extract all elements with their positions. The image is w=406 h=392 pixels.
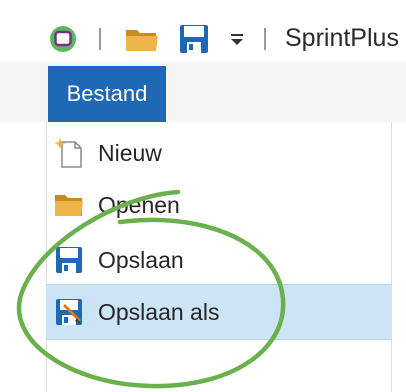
save-as-icon	[54, 296, 84, 328]
app-icon[interactable]	[46, 22, 80, 56]
new-document-icon	[54, 137, 84, 169]
menu-item-openen[interactable]: Openen	[46, 180, 392, 230]
menu-item-label: Opslaan	[98, 246, 184, 273]
ribbon-tab-row: Bestand	[0, 62, 406, 122]
menu-item-label: Opslaan als	[98, 298, 220, 325]
folder-open-icon	[54, 189, 84, 221]
folder-open-icon[interactable]	[122, 22, 162, 56]
tab-bestand[interactable]: Bestand	[48, 66, 166, 122]
save-icon	[54, 244, 84, 276]
menu-item-nieuw[interactable]: Nieuw	[46, 128, 392, 178]
app-window: SprintPlus Bestand Nieuw Openen Opslaan …	[0, 0, 406, 392]
menu-item-opslaan-als[interactable]: Opslaan als	[46, 284, 392, 340]
save-icon[interactable]	[176, 22, 212, 56]
menu-item-label: Openen	[98, 191, 180, 218]
menu-item-label: Nieuw	[98, 139, 162, 166]
toolbar-separator	[99, 28, 101, 50]
menu-item-opslaan[interactable]: Opslaan	[46, 235, 392, 285]
toolbar-separator	[264, 28, 266, 50]
quick-access-toolbar: SprintPlus	[0, 0, 406, 63]
window-title: SprintPlus	[285, 24, 399, 52]
customize-dropdown-icon[interactable]	[226, 22, 248, 56]
